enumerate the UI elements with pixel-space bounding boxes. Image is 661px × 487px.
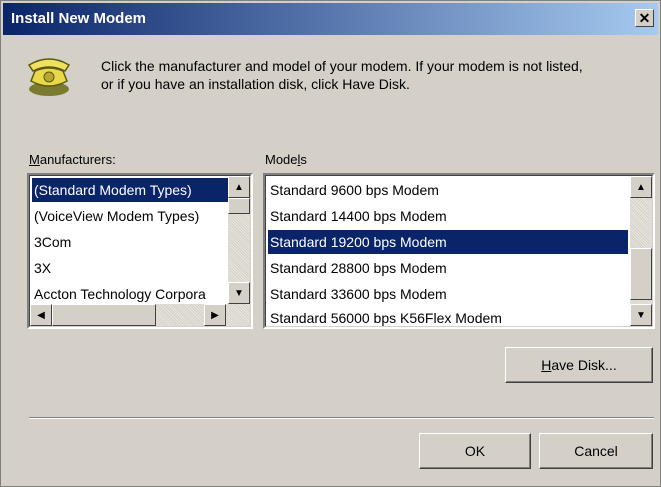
- manufacturer-item[interactable]: (Standard Modem Types): [32, 178, 229, 202]
- install-new-modem-dialog: Install New Modem ✕ Click the manufactur…: [0, 0, 661, 487]
- have-disk-button[interactable]: Have Disk...: [505, 347, 653, 383]
- models-label-prefix: Mode: [265, 152, 298, 167]
- manufacturers-horizontal-scrollbar[interactable]: ◀ ▶: [30, 304, 250, 326]
- have-disk-accesskey: H: [541, 357, 552, 373]
- scroll-down-button[interactable]: ▼: [630, 304, 652, 326]
- scroll-thumb[interactable]: [630, 248, 652, 300]
- manufacturer-item[interactable]: (VoiceView Modem Types): [32, 204, 229, 228]
- manufacturer-item[interactable]: Accton Technology Corpora: [32, 282, 229, 306]
- scroll-up-button[interactable]: ▲: [228, 176, 250, 198]
- arrow-left-icon: ◀: [37, 309, 45, 321]
- manufacturers-listbox[interactable]: (Standard Modem Types) (VoiceView Modem …: [27, 173, 253, 329]
- manufacturers-label-accesskey: M: [29, 152, 40, 167]
- instructions-text: Click the manufacturer and model of your…: [101, 57, 651, 93]
- manufacturer-item[interactable]: 3X: [32, 256, 229, 280]
- scroll-thumb[interactable]: [52, 304, 156, 326]
- arrow-down-icon: ▼: [636, 309, 646, 321]
- scroll-thumb[interactable]: [228, 198, 250, 214]
- model-item[interactable]: Standard 33600 bps Modem: [268, 282, 628, 306]
- separator-highlight: [29, 418, 654, 419]
- scroll-up-button[interactable]: ▲: [630, 176, 652, 198]
- close-button[interactable]: ✕: [635, 9, 654, 27]
- cancel-button[interactable]: Cancel: [539, 433, 653, 469]
- scroll-left-button[interactable]: ◀: [30, 304, 52, 326]
- models-label: Models: [265, 152, 307, 167]
- model-item[interactable]: Standard 28800 bps Modem: [268, 256, 628, 280]
- arrow-up-icon: ▲: [636, 181, 646, 193]
- modem-phone-icon: [27, 58, 71, 96]
- ok-button[interactable]: OK: [419, 433, 531, 469]
- arrow-right-icon: ▶: [211, 309, 219, 321]
- models-listbox[interactable]: Standard 9600 bps Modem Standard 14400 b…: [263, 173, 655, 329]
- model-item[interactable]: Standard 14400 bps Modem: [268, 204, 628, 228]
- instructions-line-1: Click the manufacturer and model of your…: [101, 58, 583, 74]
- manufacturers-vertical-scrollbar[interactable]: ▲ ▼: [228, 176, 250, 304]
- model-item[interactable]: Standard 56000 bps K56Flex Modem: [268, 306, 628, 326]
- window-title: Install New Modem: [11, 10, 147, 27]
- model-item[interactable]: Standard 19200 bps Modem: [268, 230, 628, 254]
- arrow-up-icon: ▲: [234, 181, 244, 193]
- manufacturers-label: Manufacturers:: [29, 152, 116, 167]
- title-bar[interactable]: Install New Modem ✕: [3, 3, 658, 35]
- manufacturer-item[interactable]: 3Com: [32, 230, 229, 254]
- have-disk-label: ave Disk...: [551, 357, 617, 373]
- arrow-down-icon: ▼: [234, 287, 244, 299]
- model-item[interactable]: Standard 9600 bps Modem: [268, 178, 628, 202]
- manufacturers-label-rest: anufacturers:: [39, 152, 116, 167]
- instructions-line-2: or if you have an installation disk, cli…: [101, 76, 410, 92]
- models-label-rest: s: [300, 152, 307, 167]
- close-icon: ✕: [638, 10, 651, 26]
- scroll-right-button[interactable]: ▶: [204, 304, 226, 326]
- models-vertical-scrollbar[interactable]: ▲ ▼: [630, 176, 652, 326]
- scroll-down-button[interactable]: ▼: [228, 282, 250, 304]
